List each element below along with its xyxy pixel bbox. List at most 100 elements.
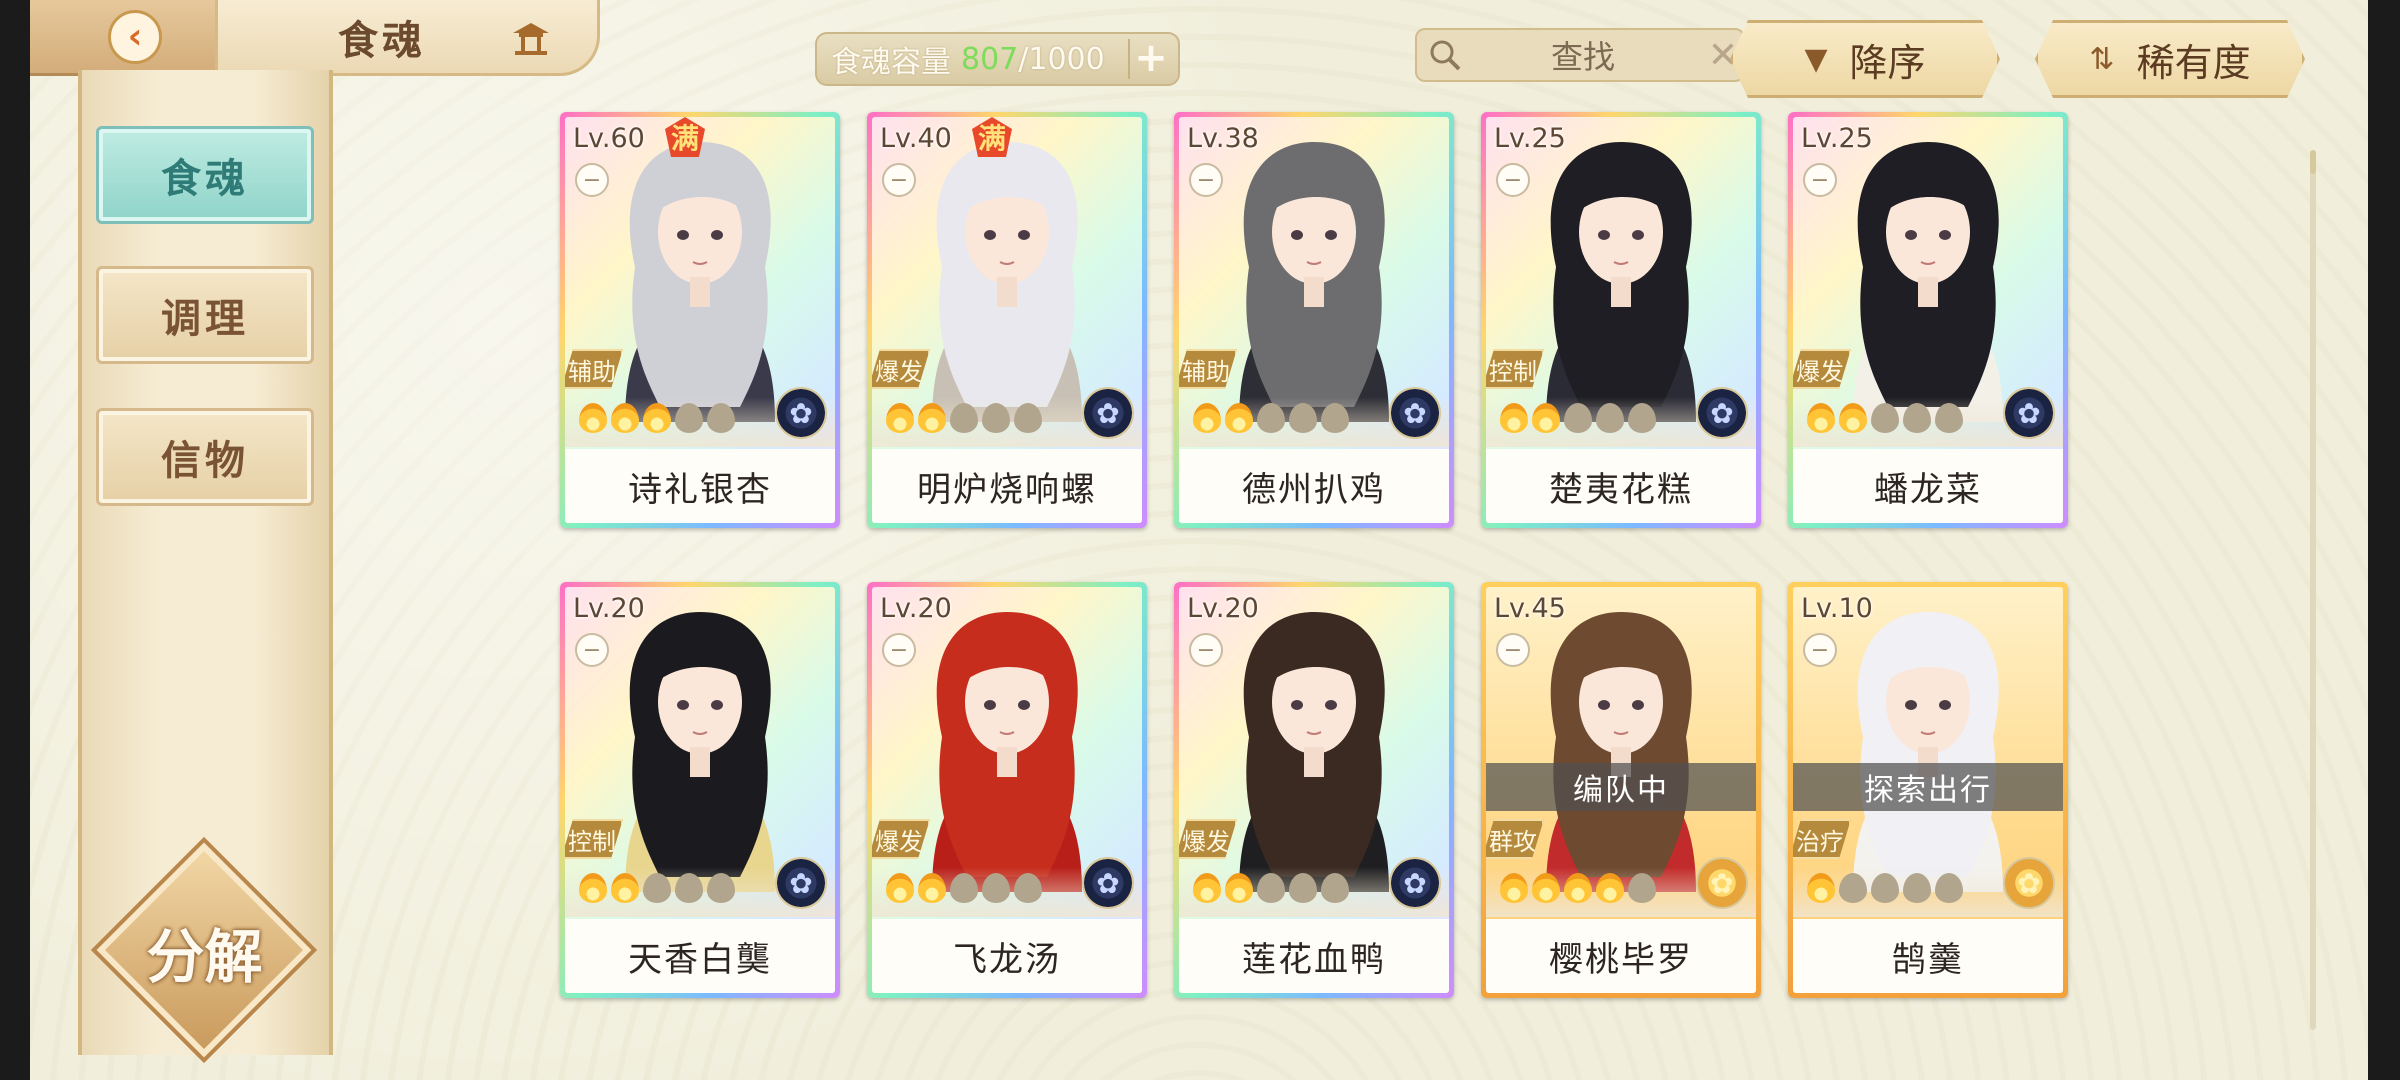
sidebar-item-label: 调理 xyxy=(161,296,249,342)
element-flower-icon: ✿ xyxy=(1082,857,1134,909)
star-empty-icon xyxy=(707,403,735,433)
star-empty-icon xyxy=(675,873,703,903)
lock-toggle-icon[interactable]: − xyxy=(1496,633,1530,667)
search-icon xyxy=(1430,40,1461,71)
star-filled-icon xyxy=(1225,873,1253,903)
scrollbar[interactable] xyxy=(2310,150,2316,1030)
star-filled-icon xyxy=(611,873,639,903)
element-flower-icon: ✿ xyxy=(775,857,827,909)
sort-arrows-icon: ⇅ xyxy=(2089,41,2115,77)
star-filled-icon xyxy=(918,403,946,433)
star-filled-icon xyxy=(643,403,671,433)
star-empty-icon xyxy=(950,873,978,903)
star-filled-icon xyxy=(1807,403,1835,433)
star-rating xyxy=(579,873,735,903)
card-name: 明炉烧响螺 xyxy=(872,449,1142,523)
lock-toggle-icon[interactable]: − xyxy=(1496,163,1530,197)
star-empty-icon xyxy=(1871,403,1899,433)
star-filled-icon xyxy=(1596,873,1624,903)
scrollbar-thumb[interactable] xyxy=(2310,150,2316,174)
star-filled-icon xyxy=(1564,873,1592,903)
page-title: 食魂 xyxy=(338,17,426,64)
star-empty-icon xyxy=(1257,873,1285,903)
food-soul-card[interactable]: Lv.20− 控制 ✿ 天香白龑 xyxy=(560,582,840,998)
lock-toggle-icon[interactable]: − xyxy=(575,163,609,197)
search-field[interactable]: 查找 ✕ xyxy=(1415,28,1745,82)
lock-toggle-icon[interactable]: − xyxy=(1189,163,1223,197)
decompose-label[interactable]: 分解 xyxy=(102,910,307,994)
food-soul-card[interactable]: Lv.60 满 − 辅助 ✿ 诗礼银杏 xyxy=(560,112,840,528)
sidebar-item-food-souls[interactable]: 食魂 xyxy=(96,126,314,224)
star-empty-icon xyxy=(982,403,1010,433)
food-soul-card[interactable]: Lv.10− 探索出行 治疗 ✿ 鹄羹 xyxy=(1788,582,2068,998)
star-filled-icon xyxy=(1500,873,1528,903)
star-rating xyxy=(1193,873,1349,903)
lock-toggle-icon[interactable]: − xyxy=(1803,633,1837,667)
element-flower-icon: ✿ xyxy=(1389,387,1441,439)
lock-toggle-icon[interactable]: − xyxy=(882,633,916,667)
card-name: 鹄羹 xyxy=(1793,919,2063,993)
capacity-current: 807 xyxy=(961,41,1019,77)
food-soul-card[interactable]: Lv.45− 编队中 群攻 ✿ 樱桃毕罗 xyxy=(1481,582,1761,998)
food-soul-card[interactable]: Lv.38− 辅助 ✿ 德州扒鸡 xyxy=(1174,112,1454,528)
back-arrow-icon: ‹ xyxy=(108,9,162,64)
star-empty-icon xyxy=(1935,873,1963,903)
sidebar-item-conditioning[interactable]: 调理 xyxy=(96,266,314,364)
sidebar-item-tokens[interactable]: 信物 xyxy=(96,408,314,506)
star-empty-icon xyxy=(950,403,978,433)
card-level: Lv.45 xyxy=(1494,593,1566,624)
capacity-add-button[interactable]: + xyxy=(1128,38,1172,79)
card-level: Lv.20 xyxy=(880,593,952,624)
sort-order-button[interactable]: ▼ 降序 xyxy=(1730,20,2000,98)
star-filled-icon xyxy=(579,873,607,903)
star-rating xyxy=(1500,403,1656,433)
star-filled-icon xyxy=(1532,873,1560,903)
card-name: 楚夷花糕 xyxy=(1486,449,1756,523)
card-status-banner: 探索出行 xyxy=(1793,763,2063,811)
star-empty-icon xyxy=(982,873,1010,903)
card-body: Lv.45− 编队中 群攻 ✿ 樱桃毕罗 xyxy=(1486,587,1756,993)
card-level: Lv.60 xyxy=(573,123,645,154)
sort-key-button[interactable]: ⇅ 稀有度 xyxy=(2035,20,2305,98)
capacity-label: 食魂容量 xyxy=(831,45,951,80)
star-empty-icon xyxy=(1289,873,1317,903)
pavilion-home-icon[interactable] xyxy=(508,18,554,58)
food-soul-card[interactable]: Lv.20− 爆发 ✿ 莲花血鸭 xyxy=(1174,582,1454,998)
food-soul-grid: Lv.60 满 − 辅助 ✿ 诗礼银杏 Lv.40 满 − 爆发 ✿ 明炉烧响螺 Lv.38− 辅助 ✿ 德州… xyxy=(560,112,2120,1012)
star-filled-icon xyxy=(1500,403,1528,433)
star-filled-icon xyxy=(611,403,639,433)
star-rating xyxy=(579,403,735,433)
element-flower-icon: ✿ xyxy=(1696,857,1748,909)
star-filled-icon xyxy=(1807,873,1835,903)
element-flower-icon: ✿ xyxy=(1696,387,1748,439)
star-empty-icon xyxy=(1014,403,1042,433)
card-body: Lv.60 满 − 辅助 ✿ 诗礼银杏 xyxy=(565,117,835,523)
game-screen: ‹ 食魂 食魂容量 807 /1000 + 查找 ✕ ▼ 降序 ⇅ 稀有度 食魂… xyxy=(30,0,2368,1080)
lock-toggle-icon[interactable]: − xyxy=(882,163,916,197)
card-level: Lv.25 xyxy=(1801,123,1873,154)
lock-toggle-icon[interactable]: − xyxy=(1189,633,1223,667)
star-empty-icon xyxy=(643,873,671,903)
lock-toggle-icon[interactable]: − xyxy=(575,633,609,667)
card-body: Lv.40 满 − 爆发 ✿ 明炉烧响螺 xyxy=(872,117,1142,523)
search-placeholder[interactable]: 查找 xyxy=(1463,32,1703,78)
back-button[interactable]: ‹ xyxy=(30,0,240,76)
card-body: Lv.38− 辅助 ✿ 德州扒鸡 xyxy=(1179,117,1449,523)
food-soul-card[interactable]: Lv.25− 爆发 ✿ 蟠龙菜 xyxy=(1788,112,2068,528)
star-filled-icon xyxy=(886,403,914,433)
star-rating xyxy=(1193,403,1349,433)
card-body: Lv.25− 控制 ✿ 楚夷花糕 xyxy=(1486,117,1756,523)
card-body: Lv.20− 爆发 ✿ 莲花血鸭 xyxy=(1179,587,1449,993)
star-filled-icon xyxy=(1193,403,1221,433)
card-level: Lv.25 xyxy=(1494,123,1566,154)
food-soul-card[interactable]: Lv.20− 爆发 ✿ 飞龙汤 xyxy=(867,582,1147,998)
card-body: Lv.20− 爆发 ✿ 飞龙汤 xyxy=(872,587,1142,993)
food-soul-card[interactable]: Lv.25− 控制 ✿ 楚夷花糕 xyxy=(1481,112,1761,528)
food-soul-card[interactable]: Lv.40 满 − 爆发 ✿ 明炉烧响螺 xyxy=(867,112,1147,528)
lock-toggle-icon[interactable]: − xyxy=(1803,163,1837,197)
element-flower-icon: ✿ xyxy=(1389,857,1441,909)
sidebar-item-label: 信物 xyxy=(161,438,249,484)
star-empty-icon xyxy=(1628,873,1656,903)
card-name: 樱桃毕罗 xyxy=(1486,919,1756,993)
star-empty-icon xyxy=(1903,403,1931,433)
